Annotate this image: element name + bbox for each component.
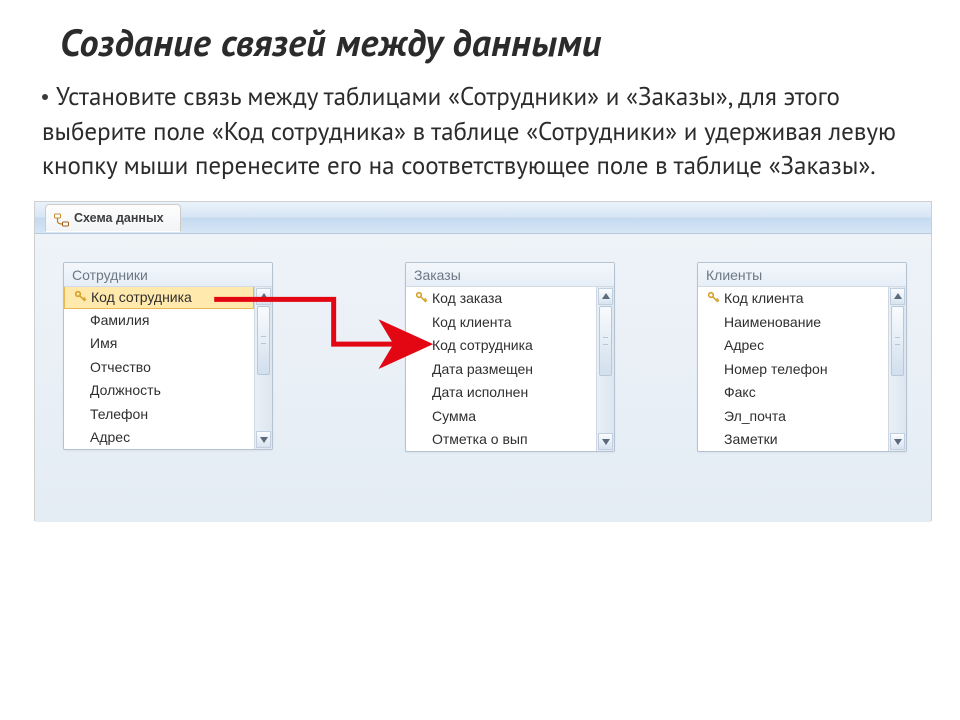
slide-body: Установите связь между таблицами «Сотруд… (0, 77, 960, 201)
field-label: Должность (90, 382, 250, 398)
table-clients[interactable]: Клиенты Код клиента Наименование Адрес Н… (697, 262, 907, 453)
field-label: Код клиента (432, 314, 592, 330)
field-label: Заметки (724, 431, 884, 447)
table-row[interactable]: Телефон (64, 402, 254, 426)
table-orders-fields: Код заказа Код клиента Код сотрудника Да… (406, 287, 596, 452)
table-row[interactable]: Эл_почта (698, 404, 888, 428)
field-label: Дата исполнен (432, 384, 592, 400)
primary-key-icon (412, 291, 432, 305)
field-label: Отчество (90, 359, 250, 375)
schema-tab[interactable]: Схема данных (45, 204, 181, 232)
scroll-down-button[interactable] (256, 431, 271, 448)
scroll-down-button[interactable] (598, 433, 613, 450)
table-orders[interactable]: Заказы Код заказа Код клиента Код сотруд… (405, 262, 615, 453)
table-clients-fields: Код клиента Наименование Адрес Номер тел… (698, 287, 888, 452)
scroll-thumb[interactable] (257, 306, 270, 376)
table-clients-header[interactable]: Клиенты (698, 263, 906, 287)
field-label: Факс (724, 384, 884, 400)
scrollbar[interactable] (888, 287, 906, 452)
table-row[interactable]: Отметка о вып (406, 428, 596, 452)
field-label: Фамилия (90, 312, 250, 328)
table-row[interactable]: Код заказа (406, 287, 596, 311)
field-label: Дата размещен (432, 361, 592, 377)
scrollbar[interactable] (596, 287, 614, 452)
scrollbar[interactable] (254, 287, 272, 450)
field-label: Имя (90, 335, 250, 351)
field-label: Сумма (432, 408, 592, 424)
table-row[interactable]: Адрес (64, 426, 254, 450)
table-row[interactable]: Отчество (64, 355, 254, 379)
primary-key-icon (704, 291, 724, 305)
table-row[interactable]: Фамилия (64, 308, 254, 332)
table-employees[interactable]: Сотрудники Код сотрудника Фамилия Имя От… (63, 262, 273, 451)
table-employees-fields: Код сотрудника Фамилия Имя Отчество Долж… (64, 287, 254, 450)
primary-key-icon (71, 290, 91, 304)
table-row[interactable]: Код клиента (698, 287, 888, 311)
table-row[interactable]: Номер телефон (698, 357, 888, 381)
table-row[interactable]: Код клиента (406, 310, 596, 334)
table-employees-header[interactable]: Сотрудники (64, 263, 272, 287)
scroll-thumb[interactable] (891, 306, 904, 377)
scroll-thumb[interactable] (599, 306, 612, 377)
table-row[interactable]: Наименование (698, 310, 888, 334)
field-label: Эл_почта (724, 408, 884, 424)
field-label: Адрес (90, 429, 250, 445)
field-label: Отметка о вып (432, 431, 592, 447)
schema-tabbar: Схема данных (35, 202, 931, 234)
scroll-track[interactable] (890, 306, 905, 433)
scroll-up-button[interactable] (256, 288, 271, 305)
scroll-up-button[interactable] (890, 288, 905, 305)
table-row[interactable]: Дата исполнен (406, 381, 596, 405)
scroll-down-button[interactable] (890, 433, 905, 450)
field-label: Телефон (90, 406, 250, 422)
table-row[interactable]: Код сотрудника (406, 334, 596, 358)
relationships-icon (54, 211, 69, 226)
field-label: Код заказа (432, 290, 592, 306)
bullet-icon (42, 94, 48, 100)
field-label: Адрес (724, 337, 884, 353)
scroll-track[interactable] (598, 306, 613, 433)
table-row[interactable]: Сумма (406, 404, 596, 428)
field-label: Код сотрудника (432, 337, 592, 353)
schema-tab-label: Схема данных (74, 211, 164, 225)
schema-canvas[interactable]: Сотрудники Код сотрудника Фамилия Имя От… (35, 234, 931, 522)
table-row[interactable]: Адрес (698, 334, 888, 358)
table-row[interactable]: Дата размещен (406, 357, 596, 381)
table-row[interactable]: Заметки (698, 428, 888, 452)
table-orders-header[interactable]: Заказы (406, 263, 614, 287)
table-row[interactable]: Имя (64, 332, 254, 356)
field-kod-sotrudnika[interactable]: Код сотрудника (64, 287, 254, 310)
schema-screenshot: Схема данных Сотрудники Код сотрудника Ф… (34, 201, 932, 521)
field-label: Наименование (724, 314, 884, 330)
field-label: Номер телефон (724, 361, 884, 377)
scroll-up-button[interactable] (598, 288, 613, 305)
table-row[interactable]: Должность (64, 379, 254, 403)
slide-title: Создание связей между данными (0, 0, 960, 77)
table-row[interactable]: Факс (698, 381, 888, 405)
field-label: Код клиента (724, 290, 884, 306)
scroll-track[interactable] (256, 306, 271, 431)
field-label: Код сотрудника (91, 289, 249, 305)
body-text-content: Установите связь между таблицами «Сотруд… (42, 80, 896, 181)
